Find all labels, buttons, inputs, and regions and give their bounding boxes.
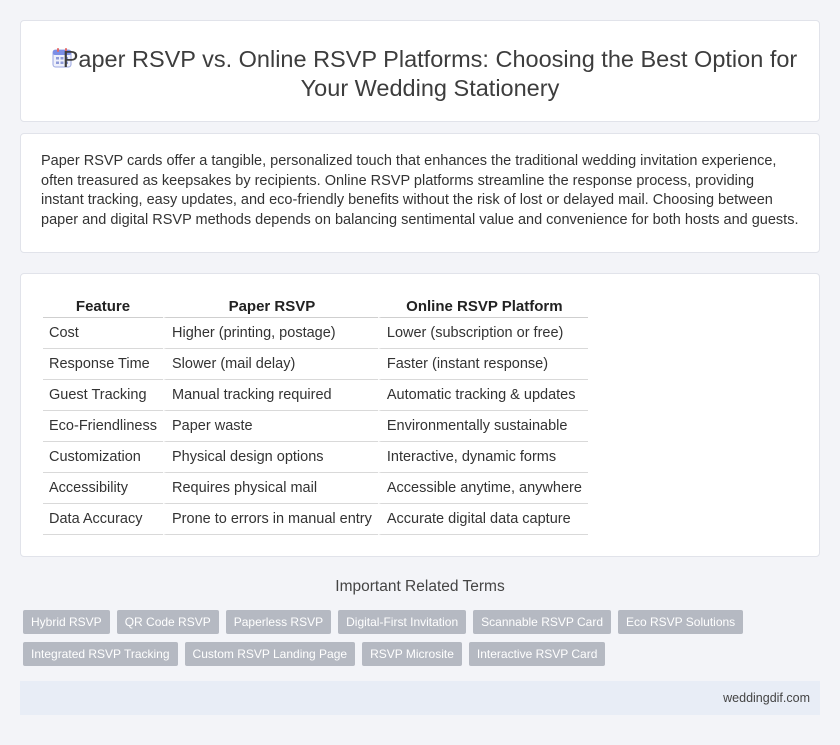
table-row: Cost Higher (printing, postage) Lower (sub… xyxy=(43,318,588,349)
table-cell: Prone to errors in manual entry xyxy=(163,504,378,535)
table-cell: Environmentally sustainable xyxy=(377,411,588,442)
related-terms-row: Integrated RSVP Tracking Custom RSVP Land… xyxy=(23,642,823,666)
related-term-tag[interactable]: Hybrid RSVP xyxy=(23,610,110,634)
table-row: Eco-Friendliness Paper waste Environmental… xyxy=(43,411,588,442)
table-cell: Higher (printing, postage) xyxy=(163,318,378,349)
comparison-table: Feature Paper RSVP Online RSVP Platform … xyxy=(43,296,588,535)
header-feature: Feature xyxy=(43,296,163,318)
table-cell: Slower (mail delay) xyxy=(163,349,378,380)
related-term-tag[interactable]: Interactive RSVP Card xyxy=(468,642,606,666)
related-term-tag[interactable]: Digital-First Invitation xyxy=(338,610,467,634)
table-cell: Accessible anytime, anywhere xyxy=(377,473,588,504)
table-cell: Cost xyxy=(43,318,163,349)
table-cell: Faster (instant response) xyxy=(377,349,588,380)
table-header-row: Feature Paper RSVP Online RSVP Platform xyxy=(43,296,588,318)
table-row: Guest Tracking Manual tracking required Au… xyxy=(43,380,588,411)
table-cell: Response Time xyxy=(43,349,163,380)
footer-site-name: weddingdif.com xyxy=(723,691,810,705)
related-terms-title: Important Related Terms xyxy=(335,578,505,595)
table-row: Accessibility Requires physical mail Acces… xyxy=(43,473,588,504)
table-row: Customization Physical design options Inte… xyxy=(43,442,588,473)
related-term-tag[interactable]: Paperless RSVP xyxy=(225,610,332,634)
related-terms-row: Hybrid RSVP QR Code RSVP Paperless RSVP Dig… xyxy=(23,610,823,634)
header-paper-rsvp: Paper RSVP xyxy=(163,296,378,318)
related-term-tag[interactable]: QR Code RSVP xyxy=(116,610,219,634)
table-cell: Data Accuracy xyxy=(43,504,163,535)
title-card: Paper RSVP vs. Online RSVP Platforms: Ch… xyxy=(20,20,820,122)
related-term-tag[interactable]: Custom RSVP Landing Page xyxy=(184,642,356,666)
table-cell: Accurate digital data capture xyxy=(377,504,588,535)
table-cell: Requires physical mail xyxy=(163,473,378,504)
footer: weddingdif.com xyxy=(20,681,820,715)
table-cell: Lower (subscription or free) xyxy=(377,318,588,349)
table-cell: Automatic tracking & updates xyxy=(377,380,588,411)
table-cell: Customization xyxy=(43,442,163,473)
header-online-rsvp: Online RSVP Platform xyxy=(377,296,588,318)
table-cell: Manual tracking required xyxy=(163,380,378,411)
intro-card: Paper RSVP cards offer a tangible, perso… xyxy=(20,133,820,253)
related-term-tag[interactable]: Scannable RSVP Card xyxy=(473,610,611,634)
comparison-table-card: Feature Paper RSVP Online RSVP Platform … xyxy=(20,273,820,557)
table-cell: Interactive, dynamic forms xyxy=(377,442,588,473)
table-cell: Guest Tracking xyxy=(43,380,163,411)
related-term-tag[interactable]: Eco RSVP Solutions xyxy=(618,610,744,634)
related-term-tag[interactable]: Integrated RSVP Tracking xyxy=(23,642,178,666)
related-terms-list: Hybrid RSVP QR Code RSVP Paperless RSVP Dig… xyxy=(23,610,823,674)
table-row: Response Time Slower (mail delay) Faster (… xyxy=(43,349,588,380)
intro-paragraph: Paper RSVP cards offer a tangible, perso… xyxy=(41,153,799,228)
related-term-tag[interactable]: RSVP Microsite xyxy=(362,642,462,666)
table-row: Data Accuracy Prone to errors in manual e… xyxy=(43,504,588,535)
page-title: Paper RSVP vs. Online RSVP Platforms: Ch… xyxy=(62,46,798,101)
table-cell: Physical design options xyxy=(163,442,378,473)
table-cell: Eco-Friendliness xyxy=(43,411,163,442)
table-cell: Accessibility xyxy=(43,473,163,504)
table-cell: Paper waste xyxy=(163,411,378,442)
